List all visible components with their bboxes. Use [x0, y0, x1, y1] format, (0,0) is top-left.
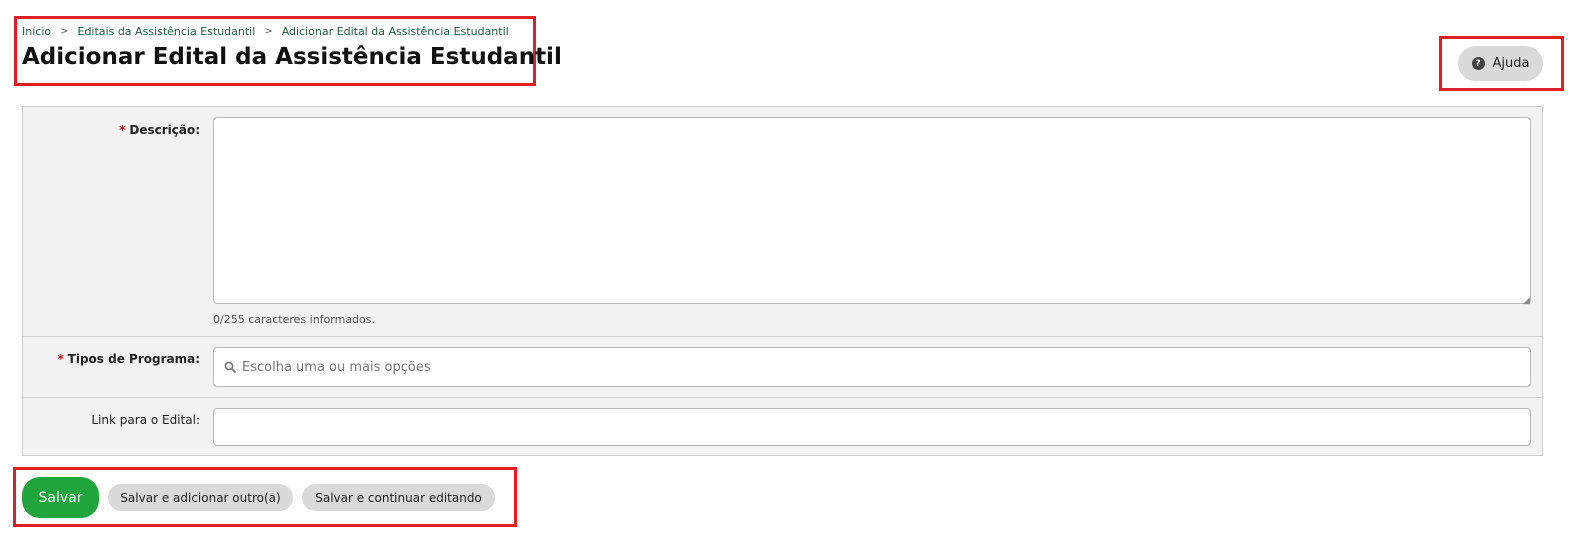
resize-handle-icon[interactable]: ◢ — [1523, 296, 1530, 306]
descricao-label-text: Descrição: — [129, 123, 200, 137]
breadcrumb-link-editais[interactable]: Editais da Assistência Estudantil — [78, 25, 256, 38]
form-row-tipos-programa: * Tipos de Programa: Escolha uma ou mais… — [23, 337, 1542, 398]
link-edital-label: Link para o Edital: — [91, 413, 200, 427]
required-mark: * — [57, 352, 64, 366]
tipos-programa-label-text: Tipos de Programa: — [67, 352, 200, 366]
breadcrumb-separator: > — [264, 26, 273, 37]
tipos-programa-label: * Tipos de Programa: — [58, 352, 200, 366]
tipos-programa-select[interactable]: Escolha uma ou mais opções — [213, 347, 1531, 387]
breadcrumb-link-inicio[interactable]: Início — [22, 25, 51, 38]
required-mark: * — [119, 123, 126, 137]
link-edital-input[interactable] — [213, 408, 1531, 446]
descricao-label: * Descrição: — [119, 123, 200, 137]
search-icon — [224, 361, 236, 373]
page-title: Adicionar Edital da Assistência Estudant… — [22, 44, 562, 70]
breadcrumb-separator: > — [60, 26, 69, 37]
help-button-label: Ajuda — [1492, 56, 1530, 71]
descricao-textarea[interactable] — [213, 117, 1531, 304]
form-row-link-edital: Link para o Edital: — [23, 398, 1542, 456]
save-and-add-another-button[interactable]: Salvar e adicionar outro(a) — [108, 484, 293, 511]
save-and-continue-editing-button[interactable]: Salvar e continuar editando — [302, 484, 495, 511]
edital-form: * Descrição: ◢ 0/255 caracteres informad… — [22, 106, 1543, 456]
help-button[interactable]: ? Ajuda — [1458, 46, 1543, 81]
save-button[interactable]: Salvar — [22, 477, 99, 518]
question-circle-icon: ? — [1471, 57, 1485, 70]
form-row-descricao: * Descrição: ◢ 0/255 caracteres informad… — [23, 107, 1542, 337]
breadcrumb: Início > Editais da Assistência Estudant… — [22, 25, 509, 38]
character-counter: 0/255 caracteres informados. — [213, 313, 376, 326]
breadcrumb-link-adicionar[interactable]: Adicionar Edital da Assistência Estudant… — [282, 25, 509, 38]
tipos-programa-placeholder: Escolha uma ou mais opções — [242, 359, 431, 375]
